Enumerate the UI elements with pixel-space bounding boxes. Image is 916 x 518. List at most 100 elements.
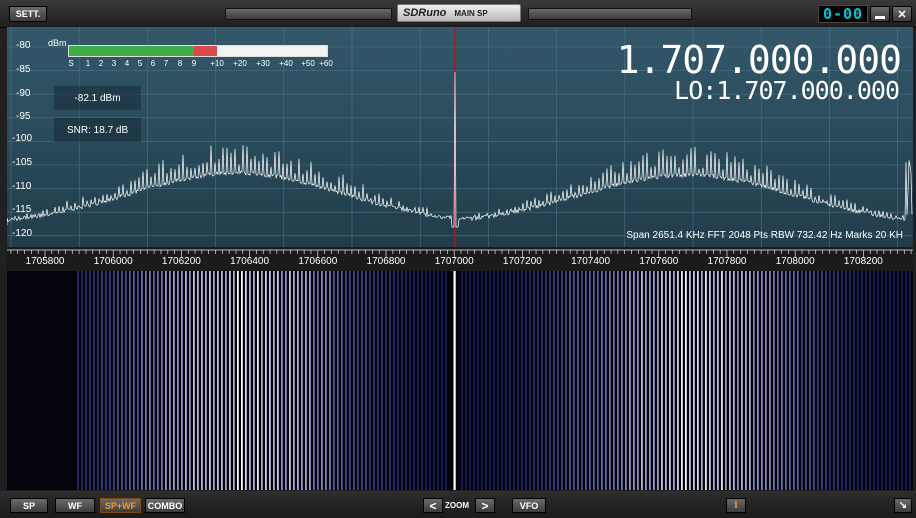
waterfall-stripe bbox=[429, 271, 431, 490]
waterfall-center-line bbox=[453, 271, 456, 490]
sp-wf-mode-button[interactable]: SP+WF bbox=[100, 498, 141, 513]
waterfall-stripe bbox=[181, 271, 183, 490]
waterfall-stripe bbox=[725, 271, 727, 490]
title-bar-grip-left bbox=[225, 8, 392, 20]
waterfall-stripe bbox=[301, 271, 303, 490]
waterfall-stripe bbox=[601, 271, 603, 490]
waterfall-stripe bbox=[661, 271, 663, 490]
waterfall-display[interactable] bbox=[7, 271, 913, 490]
waterfall-stripe bbox=[797, 271, 799, 490]
waterfall-stripe bbox=[101, 271, 103, 490]
db-label: -115 bbox=[12, 204, 32, 215]
db-label: -110 bbox=[12, 181, 32, 192]
frequency-tick-label: 1707800 bbox=[707, 256, 747, 267]
waterfall-stripe bbox=[549, 271, 551, 490]
minimize-icon bbox=[875, 15, 885, 19]
waterfall-stripe bbox=[721, 271, 723, 490]
waterfall-stripe bbox=[609, 271, 611, 490]
waterfall-stripe bbox=[749, 271, 751, 490]
s-meter-level-green bbox=[69, 46, 194, 56]
waterfall-stripe bbox=[865, 271, 867, 490]
waterfall-stripe bbox=[693, 271, 695, 490]
s-meter-scale-label: S bbox=[68, 59, 74, 68]
waterfall-stripe bbox=[293, 271, 295, 490]
waterfall-stripe bbox=[189, 271, 191, 490]
settings-button[interactable]: SETT. bbox=[9, 6, 47, 22]
zoom-in-button[interactable]: > bbox=[475, 498, 495, 513]
s-meter-scale: S 1 2 3 4 5 6 7 8 9 +10 +20 +30 +40 +50 +60 bbox=[68, 59, 332, 71]
zoom-out-button[interactable]: < bbox=[423, 498, 443, 513]
waterfall-stripe bbox=[777, 271, 779, 490]
waterfall-stripe bbox=[889, 271, 891, 490]
title-bar[interactable]: SETT. SDRuno MAIN SP 0-00 ✕ bbox=[0, 0, 916, 28]
waterfall-stripe bbox=[537, 271, 539, 490]
waterfall-stripe bbox=[769, 271, 771, 490]
waterfall-stripe bbox=[669, 271, 671, 490]
waterfall-stripe bbox=[353, 271, 355, 490]
spectrum-display[interactable]: dBm -80 -85 -90 -95 -100 -105 -110 -115 … bbox=[7, 27, 913, 247]
frequency-tick-label: 1707000 bbox=[434, 256, 474, 267]
db-label: -105 bbox=[12, 157, 33, 168]
waterfall-stripe bbox=[845, 271, 847, 490]
waterfall-stripe bbox=[585, 271, 587, 490]
waterfall-stripe bbox=[257, 271, 259, 490]
waterfall-stripe bbox=[489, 271, 491, 490]
waterfall-stripe bbox=[789, 271, 791, 490]
waterfall-stripe bbox=[365, 271, 367, 490]
waterfall-stripe bbox=[357, 271, 359, 490]
sp-mode-button[interactable]: SP bbox=[10, 498, 48, 513]
waterfall-stripe bbox=[445, 271, 447, 490]
waterfall-stripe bbox=[77, 271, 79, 490]
db-label: -80 bbox=[16, 40, 31, 51]
waterfall-stripe bbox=[273, 271, 275, 490]
waterfall-stripe bbox=[141, 271, 143, 490]
waterfall-stripe bbox=[685, 271, 687, 490]
s-meter: S 1 2 3 4 5 6 7 8 9 +10 +20 +30 +40 +50 +60 bbox=[68, 45, 333, 71]
combo-mode-button[interactable]: COMBO bbox=[145, 498, 185, 513]
waterfall-stripe bbox=[761, 271, 763, 490]
info-button[interactable]: i bbox=[726, 498, 746, 513]
s-meter-level-red bbox=[193, 46, 218, 56]
waterfall-stripe bbox=[461, 271, 463, 490]
waterfall-stripe bbox=[621, 271, 623, 490]
waterfall-stripe bbox=[197, 271, 199, 490]
frequency-tick-label: 1706000 bbox=[93, 256, 133, 267]
s-meter-scale-label: 4 bbox=[124, 59, 130, 68]
waterfall-stripe bbox=[193, 271, 195, 490]
minimize-button[interactable] bbox=[870, 6, 890, 22]
frequency-tick-label: 1706400 bbox=[230, 256, 270, 267]
resize-button[interactable]: ↘ bbox=[894, 498, 912, 513]
waterfall-stripe bbox=[305, 271, 307, 490]
waterfall-stripe bbox=[569, 271, 571, 490]
waterfall-stripe bbox=[505, 271, 507, 490]
waterfall-stripe bbox=[841, 271, 843, 490]
waterfall-stripe bbox=[345, 271, 347, 490]
waterfall-stripe bbox=[129, 271, 131, 490]
waterfall-stripe bbox=[221, 271, 223, 490]
s-meter-scale-label: +30 bbox=[256, 59, 270, 68]
waterfall-stripe bbox=[617, 271, 619, 490]
waterfall-stripe bbox=[677, 271, 679, 490]
frequency-axis[interactable]: 1705800 1706000 1706200 1706400 1706600 17068… bbox=[7, 247, 913, 271]
waterfall-stripe bbox=[529, 271, 531, 490]
wf-mode-button[interactable]: WF bbox=[55, 498, 95, 513]
waterfall-stripe bbox=[341, 271, 343, 490]
frequency-tick-label: 1706600 bbox=[298, 256, 338, 267]
close-button[interactable]: ✕ bbox=[892, 6, 912, 22]
s-meter-scale-label: 1 bbox=[85, 59, 91, 68]
waterfall-stripe bbox=[657, 271, 659, 490]
waterfall-stripe bbox=[393, 271, 395, 490]
waterfall-stripe bbox=[157, 271, 159, 490]
waterfall-stripe bbox=[81, 271, 83, 490]
vfo-button[interactable]: VFO bbox=[512, 498, 546, 513]
waterfall-stripe bbox=[93, 271, 95, 490]
s-meter-bar bbox=[68, 45, 328, 57]
waterfall-stripe bbox=[329, 271, 331, 490]
waterfall-stripe bbox=[397, 271, 399, 490]
waterfall-stripe bbox=[133, 271, 135, 490]
waterfall-stripe bbox=[909, 271, 911, 490]
waterfall-stripe bbox=[373, 271, 375, 490]
waterfall-stripe bbox=[381, 271, 383, 490]
waterfall-stripe bbox=[169, 271, 171, 490]
lo-frequency-display[interactable]: LO:1.707.000.000 bbox=[674, 76, 900, 105]
